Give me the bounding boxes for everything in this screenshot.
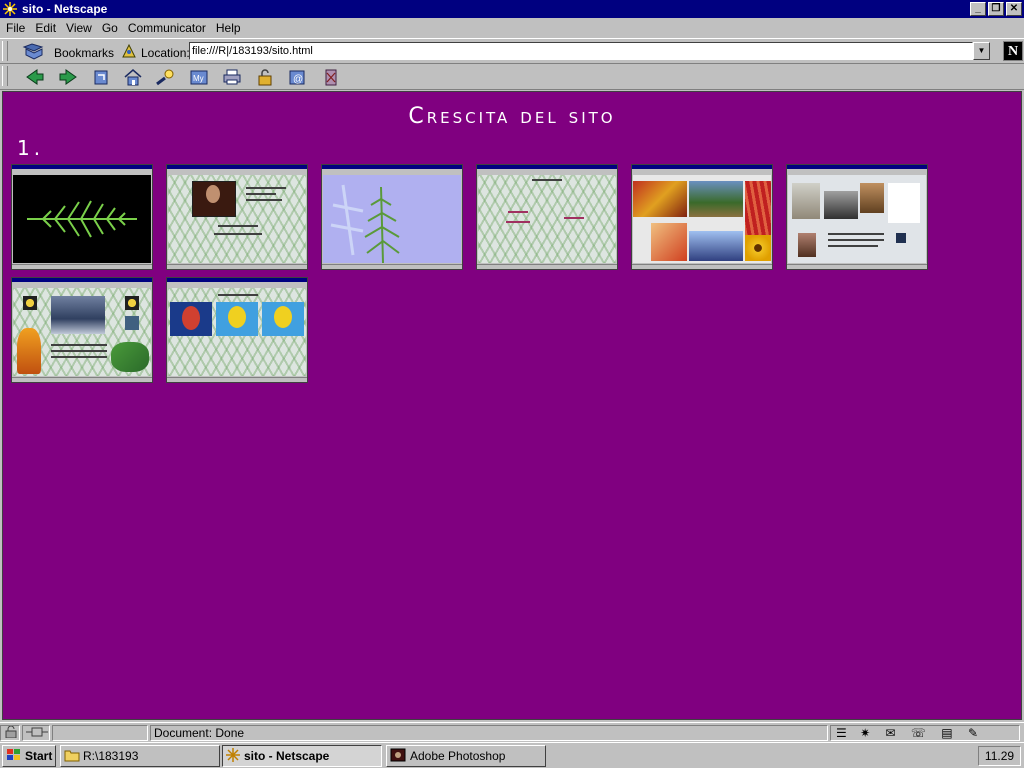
composer-icon[interactable]: ▤ <box>941 726 952 740</box>
my-netscape-icon: My <box>190 70 208 85</box>
reload-button[interactable] <box>90 67 112 87</box>
discussion-icon[interactable]: ☏ <box>911 726 926 740</box>
menu-communicator[interactable]: Communicator <box>128 21 206 35</box>
taskbar-item-label: R:\183193 <box>83 749 139 763</box>
stop-icon <box>325 69 337 86</box>
back-icon <box>26 69 44 85</box>
shop-button[interactable]: @ <box>286 67 308 87</box>
system-clock[interactable]: 11.29 <box>978 746 1021 766</box>
thumbnail-fern-blue[interactable] <box>321 164 463 270</box>
reload-icon <box>94 70 108 85</box>
menu-edit[interactable]: Edit <box>35 21 56 35</box>
stop-button[interactable] <box>320 67 342 87</box>
location-label-group: Location: <box>120 43 190 62</box>
connection-status-icon <box>22 725 50 741</box>
progress-field <box>52 725 148 741</box>
shop-icon: @ <box>289 70 305 85</box>
thumbnail-fern-pattern[interactable] <box>476 164 618 270</box>
home-icon <box>124 69 142 86</box>
navigation-toolbar: My @ <box>0 64 1024 90</box>
menu-go[interactable]: Go <box>102 21 118 35</box>
thumbnail-image <box>478 175 616 263</box>
thumbnail-faces-page[interactable] <box>166 277 308 383</box>
navigator-icon[interactable]: ☰ <box>836 726 847 740</box>
window-titlebar: sito - Netscape _ ❐ ✕ <box>0 0 1024 18</box>
security-status-icon[interactable] <box>0 725 20 741</box>
page-title: Crescita del sito <box>408 104 616 129</box>
print-icon <box>223 69 241 85</box>
search-button[interactable] <box>155 67 177 87</box>
window-title: sito - Netscape <box>22 2 108 16</box>
thumbnail-image <box>168 288 306 376</box>
taskbar-item-label: Adobe Photoshop <box>410 749 506 763</box>
thumbnail-image <box>13 288 151 376</box>
location-icon <box>120 43 138 62</box>
component-bar: ☰ ✷ ✉ ☏ ▤ ✎ <box>830 725 1020 741</box>
thumbnail-photo-collage[interactable] <box>631 164 773 270</box>
section-number: 1. <box>17 136 45 160</box>
folder-icon <box>64 748 80 765</box>
location-toolbar: Bookmarks Location: file:///R|/183193/si… <box>0 38 1024 64</box>
chevron-down-icon: ▼ <box>977 46 986 55</box>
thumbnail-image <box>168 175 306 263</box>
forward-button[interactable] <box>57 67 79 87</box>
thumbnail-image <box>13 175 151 263</box>
photoshop-icon <box>390 748 406 765</box>
bookmarks-button[interactable]: Bookmarks <box>22 41 114 64</box>
back-button[interactable] <box>24 67 46 87</box>
security-icon <box>258 69 272 86</box>
close-button[interactable]: ✕ <box>1006 2 1022 16</box>
netscape-app-icon[interactable] <box>2 1 18 17</box>
toolbar-grip-2[interactable] <box>2 66 8 86</box>
thumbnail-comic-page[interactable] <box>11 277 153 383</box>
thumbnail-portrait-page[interactable] <box>166 164 308 270</box>
taskbar-item-folder[interactable]: R:\183193 <box>60 745 220 767</box>
netscape-logo-icon[interactable]: N <box>1003 41 1023 61</box>
thumbnail-fern-black[interactable] <box>11 164 153 270</box>
my-netscape-button[interactable]: My <box>188 67 210 87</box>
bookmarks-icon <box>22 41 46 64</box>
thumbnail-image <box>788 175 926 263</box>
status-text: Document: Done <box>150 725 828 741</box>
thumbnail-image <box>323 175 461 263</box>
svg-text:@: @ <box>293 74 303 85</box>
security-button[interactable] <box>254 67 276 87</box>
page-content[interactable]: Crescita del sito 1. <box>2 91 1022 720</box>
start-button[interactable]: Start <box>2 745 56 767</box>
thumbnail-portrait-collage[interactable] <box>786 164 928 270</box>
location-dropdown-button[interactable]: ▼ <box>973 42 990 60</box>
start-label: Start <box>25 749 53 763</box>
search-icon <box>156 69 174 86</box>
windows-logo-icon <box>6 748 22 765</box>
menu-help[interactable]: Help <box>216 21 241 35</box>
bookmarks-label: Bookmarks <box>54 45 115 60</box>
toolbar-grip[interactable] <box>2 41 8 61</box>
editor-icon[interactable]: ✎ <box>968 726 978 740</box>
status-bar: Document: Done ☰ ✷ ✉ ☏ ▤ ✎ <box>0 722 1024 742</box>
mail-icon[interactable]: ✉ <box>886 726 896 740</box>
windows-taskbar: Start R:\183193 sito - Netscape Adobe Ph… <box>0 742 1024 768</box>
restore-button[interactable]: ❐ <box>988 2 1004 16</box>
forward-icon <box>59 69 77 85</box>
taskbar-item-netscape[interactable]: sito - Netscape <box>222 745 382 767</box>
netscape-icon <box>226 747 240 765</box>
thumbnail-image <box>633 175 771 263</box>
minimize-button[interactable]: _ <box>970 2 986 16</box>
menu-view[interactable]: View <box>66 21 92 35</box>
location-label: Location: <box>141 45 190 60</box>
location-input[interactable]: file:///R|/183193/sito.html <box>189 42 973 60</box>
taskbar-item-photoshop[interactable]: Adobe Photoshop <box>386 745 546 767</box>
taskbar-item-label: sito - Netscape <box>244 749 330 763</box>
print-button[interactable] <box>221 67 243 87</box>
svg-text:My: My <box>193 74 204 83</box>
navigator-launch-icon[interactable]: ✷ <box>860 726 870 740</box>
menu-bar: File Edit View Go Communicator Help <box>0 18 1024 38</box>
home-button[interactable] <box>122 67 144 87</box>
menu-file[interactable]: File <box>6 21 25 35</box>
